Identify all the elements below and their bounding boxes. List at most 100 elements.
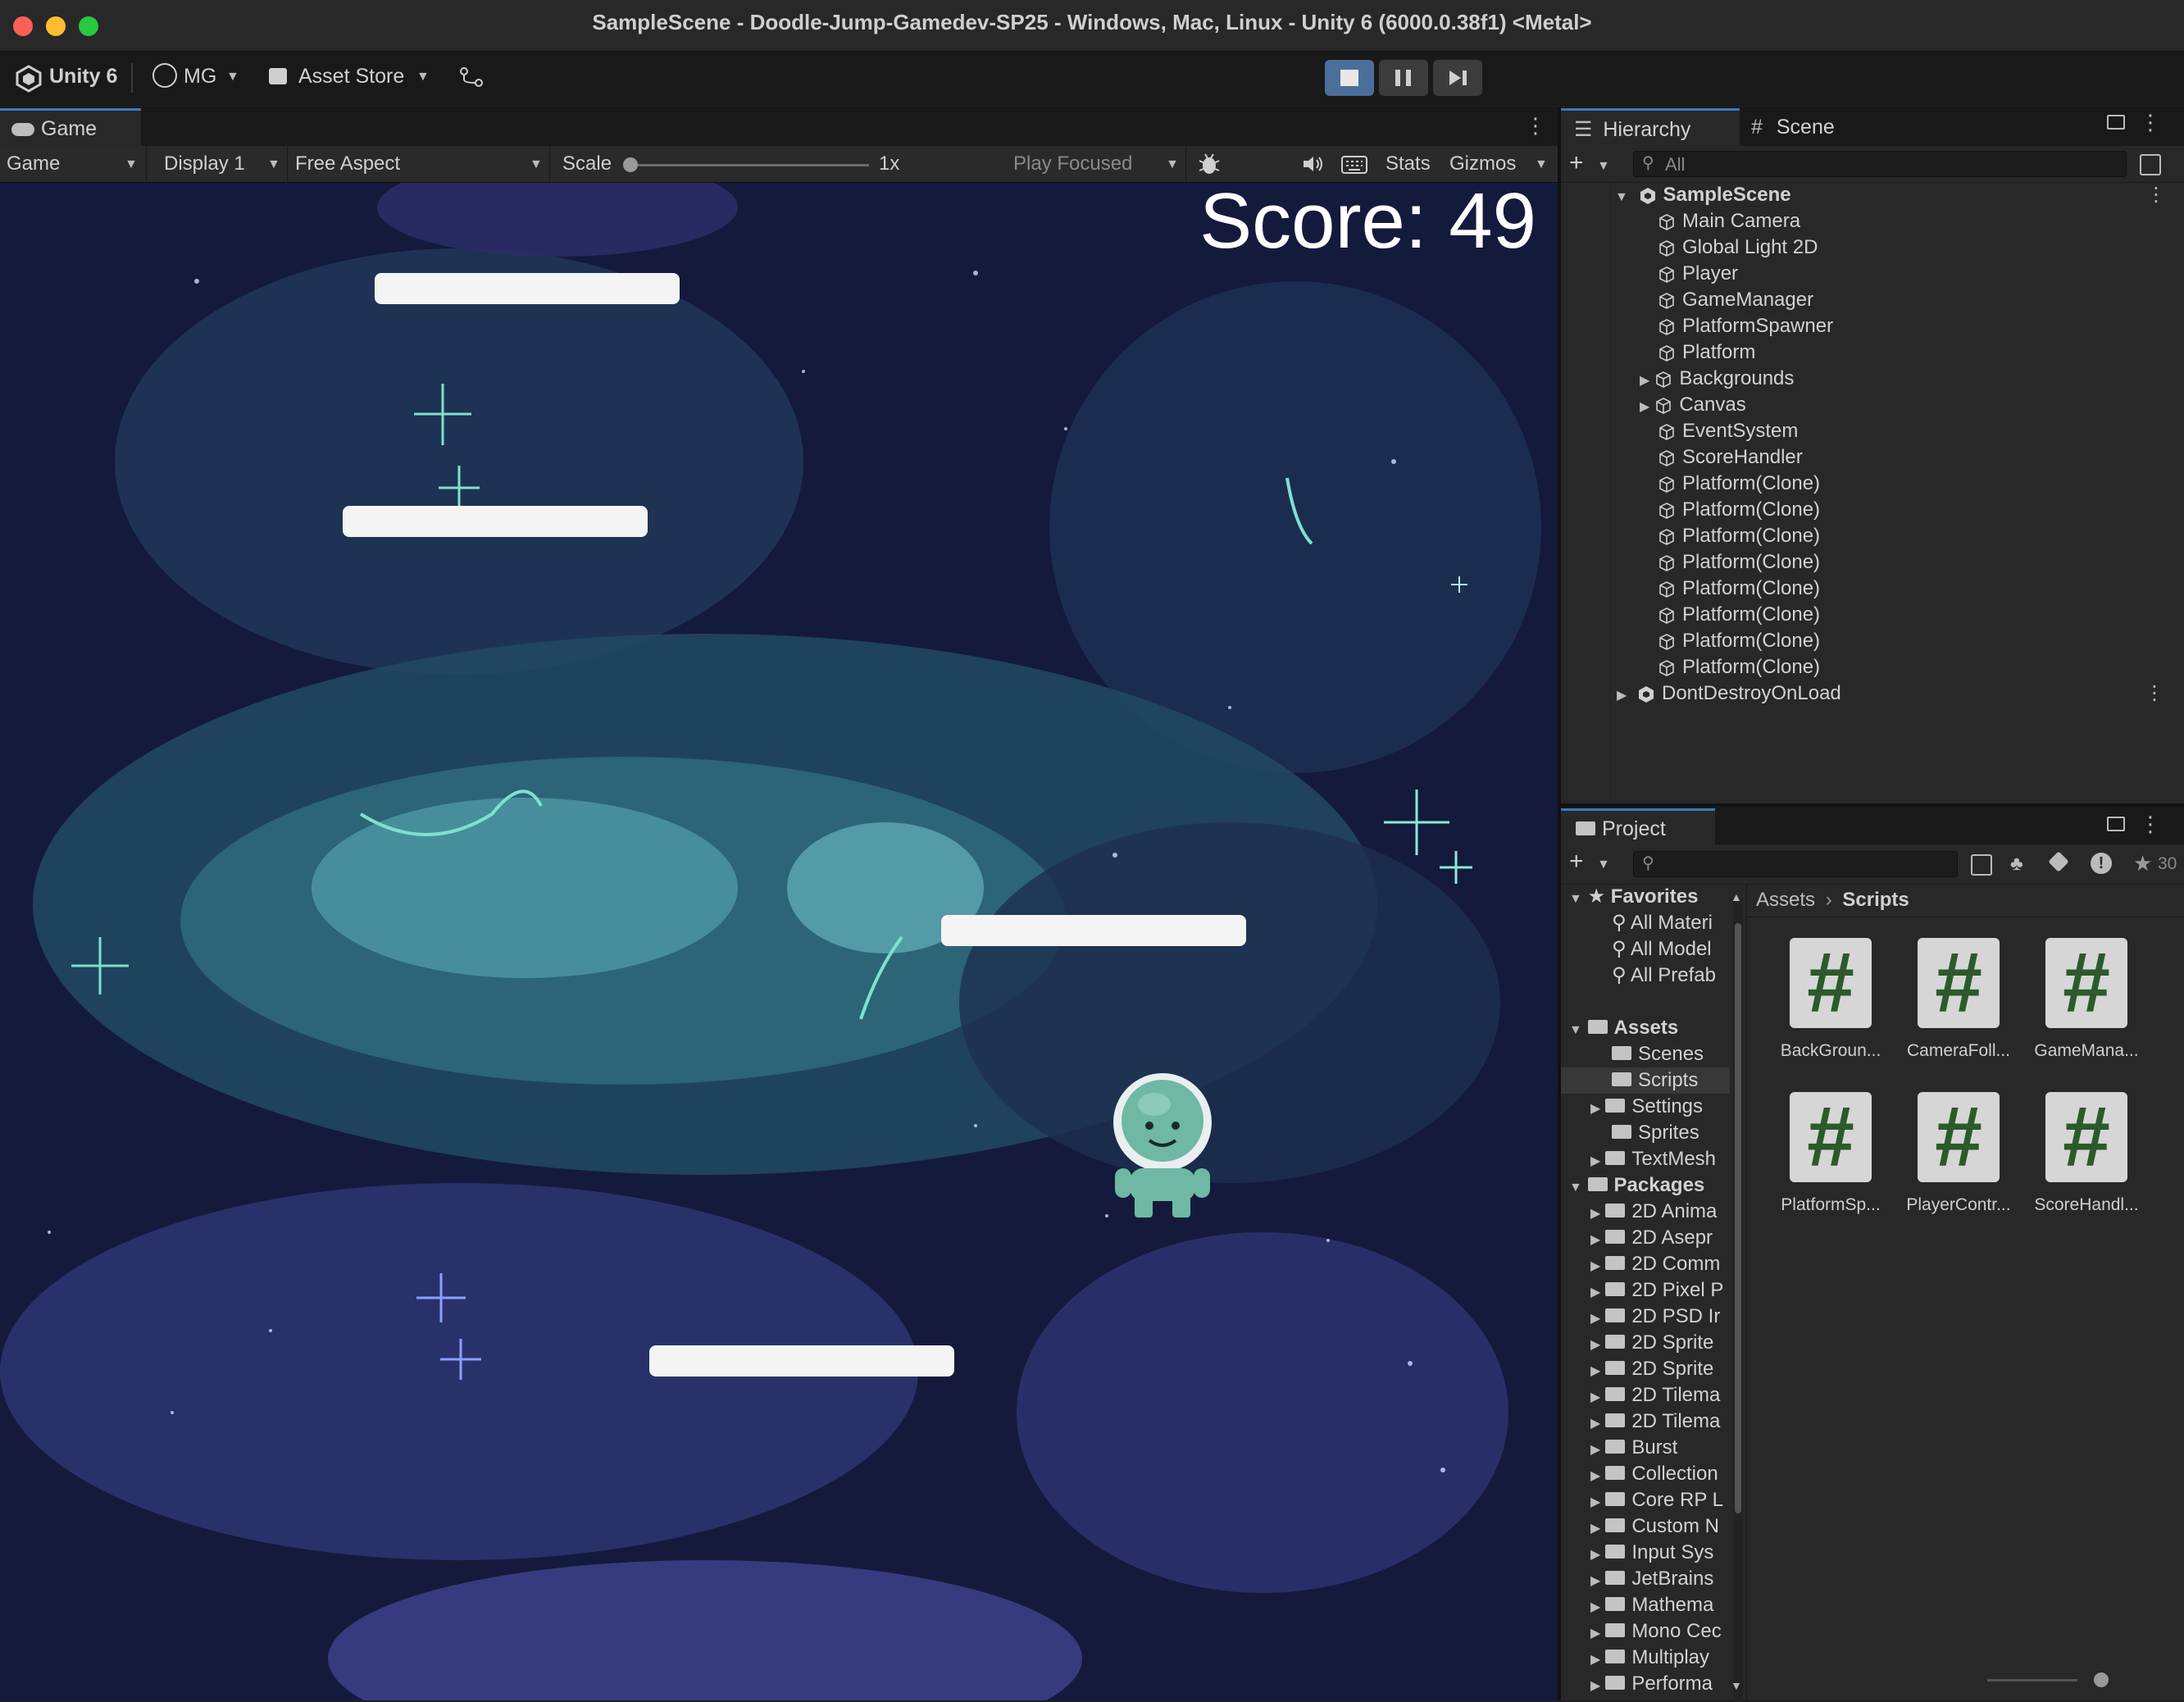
tab-project[interactable]: Project [1561,808,1715,847]
package-folder-item[interactable]: ▶ 2D Pixel P [1590,1277,1730,1304]
script-asset-tile[interactable]: # CameraFoll... [1897,935,2020,1061]
hierarchy-item-platform-clone[interactable]: Platform(Clone) [1658,523,1820,549]
game-view[interactable]: Score: 49 [0,183,1558,1700]
folder-item-scenes[interactable]: Scenes [1612,1041,1730,1067]
scroll-down-arrow[interactable]: ▼ [1731,1679,1742,1692]
folder-tree-scrollbar[interactable] [1733,899,1743,1702]
hierarchy-item-backgrounds[interactable]: ▶ Backgrounds [1640,366,1794,392]
package-folder-item[interactable]: ▶ Input Sys [1590,1540,1730,1566]
favorite-item[interactable]: ⚲ All Materi [1612,910,1730,936]
chevron-right-icon[interactable]: ▶ [1590,1574,1600,1588]
dont-destroy-on-load-row[interactable]: ▶ DontDestroyOnLoad ⋮ [1617,680,2184,707]
package-folder-item[interactable]: ▶ Mono Cec [1590,1618,1730,1645]
lock-icon[interactable] [2107,115,2125,130]
scroll-up-arrow[interactable]: ▲ [1731,890,1742,903]
chevron-right-icon[interactable]: ▶ [1590,1364,1600,1378]
package-folder-item[interactable]: ▶ 2D Tilema [1590,1382,1730,1408]
scale-slider-handle[interactable] [623,157,638,172]
package-folder-item[interactable]: ▶ 2D Anima [1590,1199,1730,1225]
chevron-right-icon[interactable]: ▶ [1590,1154,1600,1168]
hierarchy-search-input[interactable]: ⚲ All [1633,151,2127,177]
script-asset-tile[interactable]: # GameMana... [2025,935,2148,1061]
hierarchy-item-platform-clone[interactable]: Platform(Clone) [1658,602,1820,628]
hierarchy-item-player[interactable]: Player [1658,261,1738,287]
version-control-icon[interactable] [459,65,484,89]
audio-icon[interactable] [1302,154,1325,174]
package-folder-item[interactable]: ▶ Mathema [1590,1592,1730,1618]
chevron-right-icon[interactable]: ▶ [1590,1286,1600,1299]
more-options-icon[interactable]: ⋮ [2146,182,2166,208]
chevron-right-icon[interactable]: ▶ [1590,1443,1600,1457]
package-folder-item[interactable]: ▶ 2D Asepr [1590,1225,1730,1251]
scrollbar-thumb[interactable] [1735,923,1741,1513]
hierarchy-item-main-camera[interactable]: Main Camera [1658,208,1800,234]
favorite-item[interactable]: ⚲ All Model [1612,936,1730,962]
package-folder-item[interactable]: ▶ Custom N [1590,1513,1730,1540]
package-folder-item[interactable]: ▶ Collection [1590,1461,1730,1487]
chevron-right-icon[interactable]: ▶ [1640,400,1649,414]
breadcrumb-scripts[interactable]: Scripts [1842,889,1909,911]
account-dropdown[interactable]: MG [184,65,216,89]
search-by-type-icon[interactable] [1971,854,1992,876]
hierarchy-item-platform-clone[interactable]: Platform(Clone) [1658,471,1820,497]
package-folder-item[interactable]: ▶ 2D PSD Ir [1590,1304,1730,1330]
tab-scene[interactable]: # Scene [1751,108,1899,146]
search-options-icon[interactable] [2140,154,2161,175]
chevron-right-icon[interactable]: ▶ [1590,1548,1600,1562]
chevron-down-icon[interactable]: ▼ [1535,157,1548,172]
breadcrumb-assets[interactable]: Assets [1756,889,1815,911]
package-folder-item[interactable]: ▶ JetBrains [1590,1566,1730,1592]
package-folder-item[interactable]: ▶ 2D Sprite [1590,1356,1730,1382]
package-folder-item[interactable]: ▶ Multiplay [1590,1645,1730,1671]
chevron-right-icon[interactable]: ▶ [1640,374,1649,388]
hierarchy-item-platform[interactable]: Platform [1658,339,1755,366]
hierarchy-item-global-light[interactable]: Global Light 2D [1658,234,1818,261]
hierarchy-item-scorehandler[interactable]: ScoreHandler [1658,444,1803,471]
chevron-right-icon[interactable]: ▶ [1590,1207,1600,1221]
asset-store-dropdown[interactable]: Asset Store [298,65,404,89]
icon-size-slider-track[interactable] [1987,1679,2077,1682]
chevron-right-icon[interactable]: ▶ [1590,1469,1600,1483]
unity-version-label[interactable]: Unity 6 [49,65,117,89]
folder-item-sprites[interactable]: Sprites [1612,1120,1730,1146]
chevron-right-icon[interactable]: ▶ [1590,1495,1600,1509]
aspect-dropdown[interactable]: Free Aspect ▼ [289,146,550,182]
script-asset-tile[interactable]: # ScoreHandl... [2025,1090,2148,1215]
favorites-header[interactable]: ▼ ★ Favorites [1569,884,1730,910]
play-button[interactable] [1325,60,1374,96]
chevron-right-icon[interactable]: ▶ [1617,689,1627,703]
game-mode-dropdown[interactable]: Game ▼ [0,146,147,182]
package-folder-item[interactable]: ▶ 2D Sprite [1590,1330,1730,1356]
icon-size-slider-handle[interactable] [2094,1672,2109,1687]
create-asset-button[interactable]: + [1569,848,1584,876]
filter-by-type-icon[interactable]: ♣ [2010,853,2023,876]
lock-icon[interactable] [2107,817,2125,831]
log-types-icon[interactable]: ! [2091,853,2112,874]
keyboard-icon[interactable] [1341,156,1367,174]
tab-game[interactable]: Game [0,108,141,148]
display-dropdown[interactable]: Display 1 ▼ [148,146,288,182]
chevron-right-icon[interactable]: ▶ [1590,1679,1600,1693]
bug-icon[interactable] [1197,151,1222,177]
hierarchy-item-platform-clone[interactable]: Platform(Clone) [1658,576,1820,602]
more-options-icon[interactable]: ⋮ [2140,812,2161,837]
more-options-icon[interactable]: ⋮ [1525,113,1546,139]
scale-slider-track[interactable] [628,164,869,166]
chevron-right-icon[interactable]: ▶ [1590,1233,1600,1247]
script-asset-tile[interactable]: # PlatformSp... [1769,1090,1892,1215]
packages-header[interactable]: ▼ Packages [1569,1172,1730,1199]
favorite-star-icon[interactable]: ★ [2133,851,2152,876]
package-folder-item[interactable]: ▶ 2D Comm [1590,1251,1730,1277]
hierarchy-item-platform-clone[interactable]: Platform(Clone) [1658,654,1820,680]
project-search-input[interactable]: ⚲ [1633,851,1958,877]
assets-header[interactable]: ▼ Assets [1569,1015,1730,1041]
gizmos-button[interactable]: Gizmos [1449,152,1516,175]
chevron-right-icon[interactable]: ▶ [1590,1417,1600,1431]
scene-root-row[interactable]: ▼ SampleScene ⋮ [1615,182,2184,208]
script-asset-tile[interactable]: # BackGroun... [1769,935,1892,1061]
script-asset-tile[interactable]: # PlayerContr... [1897,1090,2020,1215]
folder-item-settings[interactable]: ▶ Settings [1590,1094,1730,1120]
tab-hierarchy[interactable]: ☰ Hierarchy [1561,108,1740,148]
chevron-right-icon[interactable]: ▶ [1590,1522,1600,1536]
pause-button[interactable] [1379,60,1428,96]
